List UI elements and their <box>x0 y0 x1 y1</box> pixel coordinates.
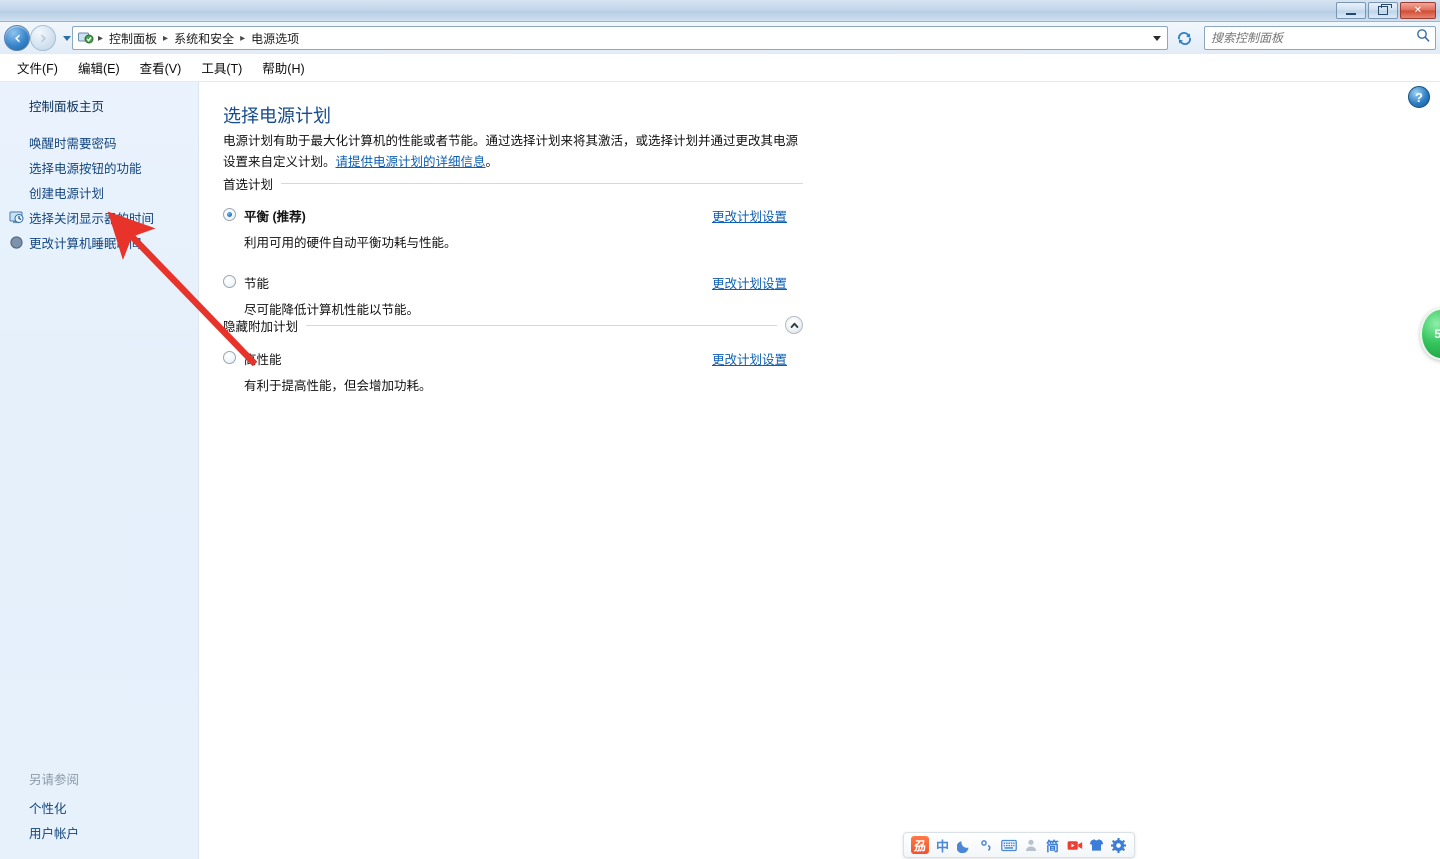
skin-icon[interactable] <box>1088 835 1105 855</box>
sidebar: 控制面板主页 唤醒时需要密码 选择电源按钮的功能 创建电源计划 选择关闭显示器的… <box>0 82 199 859</box>
power-plan-info-link[interactable]: 请提供电源计划的详细信息 <box>336 155 486 169</box>
section-label: 隐藏附加计划 <box>223 319 299 334</box>
plan-high-performance[interactable]: 高性能 有利于提高性能，但会增加功耗。 更改计划设置 <box>223 349 803 394</box>
search-input[interactable] <box>1209 30 1416 46</box>
screen-recorder-icon[interactable] <box>1066 835 1083 855</box>
change-plan-settings-link-power-saver[interactable]: 更改计划设置 <box>712 273 787 292</box>
section-divider <box>306 324 777 326</box>
plan-name: 平衡 (推荐) <box>244 210 306 224</box>
close-button[interactable]: ✕ <box>1400 2 1436 19</box>
main-content: ? 选择电源计划 电源计划有助于最大化计算机的性能或者节能。通过选择计划来将其激… <box>199 82 1440 859</box>
menu-help[interactable]: 帮助(H) <box>253 55 313 80</box>
moon-sleep-icon <box>8 235 24 251</box>
sidebar-item-change-sleep-time[interactable]: 更改计算机睡眠时间 <box>0 230 199 255</box>
address-bar-row: ▸ 控制面板 ▸ 系统和安全 ▸ 电源选项 <box>0 22 1440 54</box>
soft-keyboard-icon[interactable] <box>1000 835 1017 855</box>
sidebar-item-create-power-plan[interactable]: 创建电源计划 <box>0 180 199 205</box>
see-also-item-label: 用户帐户 <box>29 827 80 841</box>
plan-name: 高性能 <box>244 353 282 367</box>
ime-toolbar[interactable]: 刕 中 简 <box>903 832 1135 858</box>
breadcrumb-separator-0: ▸ <box>98 32 104 44</box>
search-box[interactable] <box>1204 26 1436 50</box>
see-also-item-user-accounts[interactable]: 用户帐户 <box>0 820 199 845</box>
sidebar-item-control-panel-home[interactable]: 控制面板主页 <box>29 96 104 115</box>
help-button[interactable]: ? <box>1408 86 1430 108</box>
window-controls: ✕ <box>1336 2 1436 19</box>
search-icon <box>1416 28 1431 48</box>
arrow-left-icon <box>14 33 19 43</box>
simplified-chinese-icon[interactable]: 简 <box>1044 835 1061 855</box>
page-description-text: 电源计划有助于最大化计算机的性能或者节能。通过选择计划来将其激活，或选择计划并通… <box>223 134 799 169</box>
chinese-mode-icon[interactable]: 中 <box>934 835 951 855</box>
section-header: 首选计划 <box>223 174 803 192</box>
control-panel-icon <box>77 29 95 47</box>
section-hidden-plans: 隐藏附加计划 高性能 有利于提高性能，但会增加功耗。 更改计划设置 <box>223 316 803 394</box>
see-also-section: 另请参阅 个性化 用户帐户 <box>0 769 199 845</box>
section-divider <box>281 182 803 184</box>
menu-tools[interactable]: 工具(T) <box>192 55 251 80</box>
see-also-item-label: 个性化 <box>29 802 67 816</box>
plan-radio-high-performance[interactable] <box>223 351 236 364</box>
sidebar-item-label: 唤醒时需要密码 <box>29 137 117 151</box>
maximize-button[interactable] <box>1368 2 1398 19</box>
back-button[interactable] <box>4 25 30 51</box>
change-plan-settings-link-balanced[interactable]: 更改计划设置 <box>712 206 787 225</box>
page-description: 电源计划有助于最大化计算机的性能或者节能。通过选择计划来将其激活，或选择计划并通… <box>223 131 803 173</box>
page-title: 选择电源计划 <box>223 106 331 126</box>
chevron-down-icon <box>63 35 71 41</box>
menu-view[interactable]: 查看(V) <box>131 55 191 80</box>
moon-icon[interactable] <box>956 835 973 855</box>
breadcrumb-item-2[interactable]: 电源选项 <box>246 29 304 48</box>
plan-balanced[interactable]: 平衡 (推荐) 利用可用的硬件自动平衡功耗与性能。 更改计划设置 <box>223 206 803 251</box>
change-plan-settings-link-high-performance[interactable]: 更改计划设置 <box>712 349 787 368</box>
breadcrumb-separator-2: ▸ <box>240 32 246 44</box>
menu-edit[interactable]: 编辑(E) <box>69 55 129 80</box>
plan-description: 利用可用的硬件自动平衡功耗与性能。 <box>244 236 457 250</box>
menu-bar: 文件(F) 编辑(E) 查看(V) 工具(T) 帮助(H) <box>0 54 1440 82</box>
breadcrumb-separator-1: ▸ <box>163 32 169 44</box>
sidebar-item-choose-display-off-time[interactable]: 选择关闭显示器的时间 <box>0 205 199 230</box>
navigation-buttons <box>4 25 74 51</box>
arrow-right-icon <box>41 33 46 43</box>
refresh-button[interactable] <box>1172 26 1196 50</box>
see-also-item-personalization[interactable]: 个性化 <box>0 795 199 820</box>
breadcrumb: ▸ 控制面板 ▸ 系统和安全 ▸ 电源选项 <box>97 29 304 48</box>
section-label: 首选计划 <box>223 177 274 192</box>
see-also-title: 另请参阅 <box>29 773 80 787</box>
sidebar-task-list: 唤醒时需要密码 选择电源按钮的功能 创建电源计划 选择关闭显示器的时间 更改计算… <box>0 130 199 255</box>
user-icon[interactable] <box>1022 835 1039 855</box>
address-input[interactable]: ▸ 控制面板 ▸ 系统和安全 ▸ 电源选项 <box>72 26 1168 50</box>
sidebar-item-label: 选择电源按钮的功能 <box>29 162 142 176</box>
sidebar-item-label: 选择关闭显示器的时间 <box>29 212 155 226</box>
minimize-button[interactable] <box>1336 2 1366 19</box>
punctuation-icon[interactable] <box>978 835 995 855</box>
sidebar-item-label: 更改计算机睡眠时间 <box>29 237 142 251</box>
breadcrumb-item-1[interactable]: 系统和安全 <box>169 29 239 48</box>
settings-gear-icon[interactable] <box>1110 835 1127 855</box>
section-preferred-plans: 首选计划 平衡 (推荐) 利用可用的硬件自动平衡功耗与性能。 更改计划设置 节能… <box>223 174 803 318</box>
page-description-suffix: 。 <box>485 155 499 169</box>
title-bar: ✕ <box>0 0 1440 22</box>
sidebar-item-require-password[interactable]: 唤醒时需要密码 <box>0 130 199 155</box>
forward-button[interactable] <box>30 25 56 51</box>
section-header: 隐藏附加计划 <box>223 316 803 334</box>
window-root: ✕ ▸ 控制面板 ▸ 系统和安全 ▸ 电源选项 搜索控制面板 文件(F) 编辑(… <box>0 0 1440 859</box>
plan-name: 节能 <box>244 277 270 291</box>
chevron-down-icon <box>1153 35 1161 41</box>
plan-description: 有利于提高性能，但会增加功耗。 <box>244 379 432 393</box>
chevron-up-icon[interactable] <box>785 316 803 334</box>
plan-radio-power-saver[interactable] <box>223 275 236 288</box>
plan-radio-balanced[interactable] <box>223 208 236 221</box>
plan-power-saver[interactable]: 节能 尽可能降低计算机性能以节能。 更改计划设置 <box>223 273 803 318</box>
monitor-clock-icon <box>8 210 24 226</box>
breadcrumb-item-0[interactable]: 控制面板 <box>104 29 162 48</box>
address-dropdown-button[interactable] <box>1149 27 1165 49</box>
menu-file[interactable]: 文件(F) <box>8 55 67 80</box>
sogou-logo-icon[interactable]: 刕 <box>911 835 929 855</box>
sidebar-item-label: 创建电源计划 <box>29 187 105 201</box>
sidebar-item-power-button-action[interactable]: 选择电源按钮的功能 <box>0 155 199 180</box>
refresh-icon <box>1177 31 1191 45</box>
